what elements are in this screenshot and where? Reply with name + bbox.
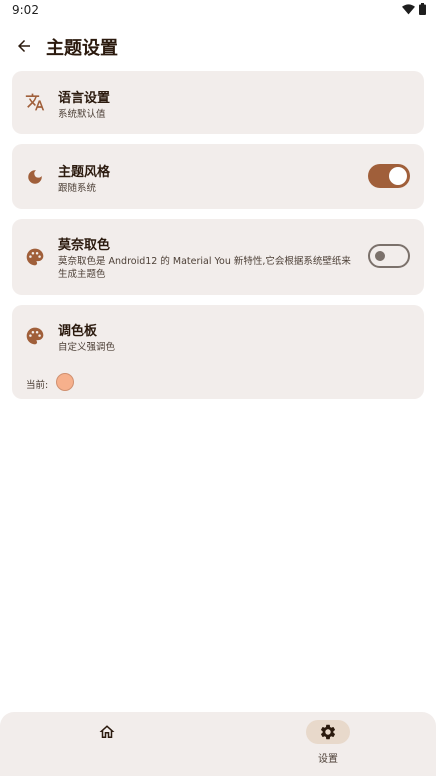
toggle-knob <box>375 251 385 261</box>
theme-style-title: 主题风格 <box>58 165 111 180</box>
status-icons <box>402 3 426 15</box>
app-bar: 主题设置 <box>0 28 436 64</box>
palette-title: 调色板 <box>58 324 98 339</box>
moon-icon <box>24 166 46 188</box>
wifi-icon <box>402 3 415 14</box>
palette-icon <box>24 325 46 347</box>
language-subtitle: 系统默认值 <box>58 109 106 120</box>
nav-item-home[interactable] <box>47 712 167 776</box>
palette-icon <box>24 246 46 268</box>
status-bar: 9:02 <box>0 0 436 22</box>
monet-subtitle: 莫奈取色是 Android12 的 Material You 新特性,它会根据系… <box>58 256 351 280</box>
translate-icon <box>24 91 46 113</box>
current-color-swatch[interactable] <box>56 373 74 391</box>
nav-pill-settings <box>306 720 350 744</box>
monet-toggle[interactable] <box>368 244 410 268</box>
nav-label-settings: 设置 <box>318 754 338 765</box>
theme-style-toggle[interactable] <box>368 164 410 188</box>
monet-title: 莫奈取色 <box>58 238 111 253</box>
nav-item-settings[interactable]: 设置 <box>268 712 388 776</box>
language-title: 语言设置 <box>58 91 111 106</box>
page-title: 主题设置 <box>46 38 118 59</box>
theme-style-card[interactable]: 主题风格 跟随系统 <box>12 144 424 209</box>
arrow-back-icon <box>18 40 30 52</box>
status-time: 9:02 <box>12 3 39 17</box>
palette-subtitle: 自定义强调色 <box>58 342 116 353</box>
bottom-navigation: 设置 <box>0 712 436 776</box>
back-button[interactable] <box>12 34 36 58</box>
nav-pill-home <box>85 720 129 744</box>
home-icon <box>99 725 115 738</box>
current-color-label: 当前: <box>26 380 49 391</box>
theme-style-subtitle: 跟随系统 <box>58 183 97 194</box>
battery-icon <box>419 3 426 15</box>
toggle-knob <box>389 167 407 185</box>
palette-card[interactable]: 调色板 自定义强调色 当前: <box>12 305 424 399</box>
language-setting-card[interactable]: 语言设置 系统默认值 <box>12 71 424 134</box>
monet-color-card[interactable]: 莫奈取色 莫奈取色是 Android12 的 Material You 新特性,… <box>12 219 424 295</box>
gear-icon <box>320 724 336 740</box>
